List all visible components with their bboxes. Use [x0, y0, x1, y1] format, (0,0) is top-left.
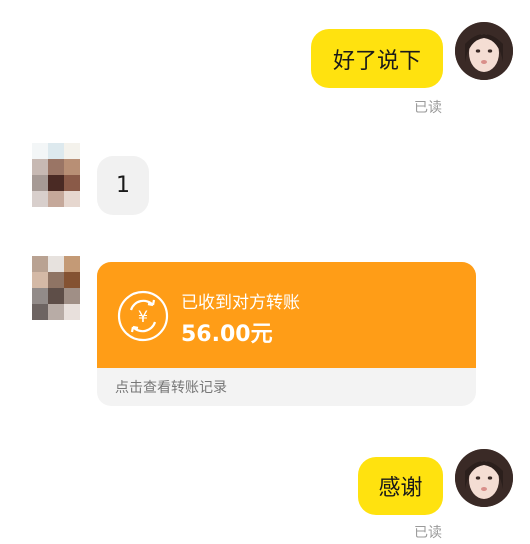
transfer-title: 已收到对方转账	[181, 293, 300, 313]
outgoing-message-bubble[interactable]: 感谢	[358, 457, 443, 515]
contact-avatar[interactable]	[32, 143, 80, 207]
message-text: 好了说下	[332, 48, 421, 74]
transfer-card-header: ¥ 已收到对方转账 56.00元	[97, 262, 476, 368]
currency-symbol: ¥	[138, 307, 148, 326]
incoming-message-bubble[interactable]: 1	[97, 156, 149, 215]
outgoing-message-bubble[interactable]: 好了说下	[311, 29, 443, 88]
transfer-card[interactable]: ¥ 已收到对方转账 56.00元 点击查看转账记录	[97, 262, 476, 406]
read-status: 已读	[414, 100, 442, 116]
message-text: 1	[116, 173, 130, 198]
read-status: 已读	[414, 525, 442, 541]
self-avatar[interactable]	[455, 22, 513, 80]
message-text: 感谢	[378, 476, 423, 501]
self-avatar[interactable]	[455, 449, 513, 507]
avatar-photo-icon	[455, 22, 513, 80]
transfer-record-link[interactable]: 点击查看转账记录	[97, 368, 476, 406]
transfer-amount: 56.00元	[181, 322, 273, 347]
contact-avatar[interactable]	[32, 256, 80, 320]
currency-exchange-icon: ¥	[117, 290, 169, 342]
avatar-photo-icon	[455, 449, 513, 507]
